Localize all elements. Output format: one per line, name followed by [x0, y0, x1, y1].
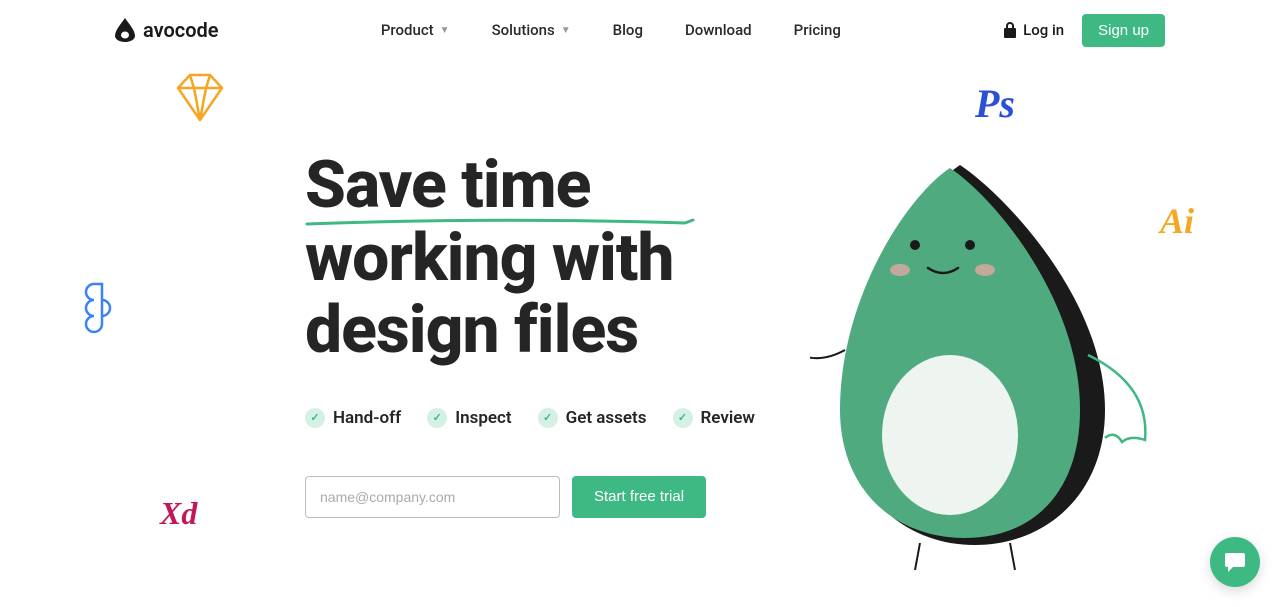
feature-assets: ✓Get assets — [538, 408, 647, 428]
nav-blog[interactable]: Blog — [613, 21, 643, 39]
check-icon: ✓ — [305, 408, 325, 428]
logo[interactable]: avocode — [115, 18, 219, 42]
sketch-doodle-icon — [170, 70, 230, 125]
check-icon: ✓ — [538, 408, 558, 428]
auth-controls: Log in Sign up — [1003, 14, 1165, 47]
chat-icon — [1223, 551, 1247, 573]
feature-handoff: ✓Hand-off — [305, 408, 401, 428]
chevron-down-icon: ▼ — [561, 25, 571, 36]
brand-name: avocode — [143, 18, 219, 42]
login-link[interactable]: Log in — [1003, 21, 1064, 39]
ai-doodle-icon: Ai — [1160, 200, 1194, 242]
header: avocode Product▼ Solutions▼ Blog Downloa… — [0, 0, 1280, 60]
feature-inspect: ✓Inspect — [427, 408, 511, 428]
signup-button[interactable]: Sign up — [1082, 14, 1165, 47]
email-input[interactable] — [305, 476, 560, 518]
check-icon: ✓ — [673, 408, 693, 428]
nav-pricing[interactable]: Pricing — [794, 21, 841, 39]
feature-review: ✓Review — [673, 408, 755, 428]
check-icon: ✓ — [427, 408, 447, 428]
chevron-down-icon: ▼ — [440, 25, 450, 36]
ps-doodle-icon: Ps — [975, 80, 1015, 127]
underline-decoration — [305, 218, 695, 228]
avocado-logo-icon — [115, 18, 135, 42]
figma-doodle-icon — [80, 280, 120, 335]
nav-solutions[interactable]: Solutions▼ — [492, 21, 571, 39]
nav-download[interactable]: Download — [685, 21, 752, 39]
lock-icon — [1003, 22, 1017, 38]
main-nav: Product▼ Solutions▼ Blog Download Pricin… — [381, 21, 841, 39]
start-trial-button[interactable]: Start free trial — [572, 476, 706, 518]
avocado-mascot-illustration — [810, 150, 1150, 570]
chat-widget-button[interactable] — [1210, 537, 1260, 587]
xd-doodle-icon: Xd — [160, 495, 197, 532]
nav-product[interactable]: Product▼ — [381, 21, 450, 39]
